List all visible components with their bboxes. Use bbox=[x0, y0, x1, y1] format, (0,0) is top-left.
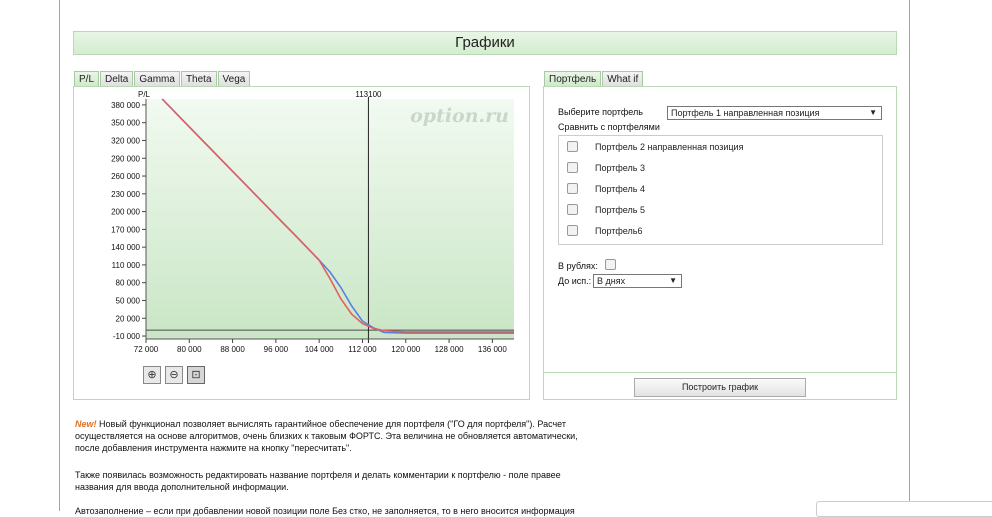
y-tick-label: 230 000 bbox=[111, 190, 140, 199]
expiry-label: До исп.: bbox=[558, 276, 592, 286]
y-tick-label: 350 000 bbox=[111, 119, 140, 128]
tab-pl[interactable]: P/L bbox=[74, 71, 100, 87]
x-tick-label: 128 000 bbox=[435, 345, 464, 354]
y-tick-label: 110 000 bbox=[112, 261, 141, 270]
price-marker-label: 113100 bbox=[355, 90, 382, 99]
info-text: осуществляется на основе алгоритмов, оче… bbox=[75, 431, 578, 441]
zoom-fit-icon[interactable]: ⊡ bbox=[187, 366, 205, 384]
compare-item[interactable]: Портфель6 bbox=[567, 225, 642, 236]
chevron-down-icon: ▼ bbox=[869, 108, 877, 117]
tab-delta[interactable]: Delta bbox=[100, 71, 134, 87]
y-axis-label: P/L bbox=[138, 90, 151, 99]
tab-what-if[interactable]: What if bbox=[602, 71, 644, 87]
x-tick-label: 96 000 bbox=[264, 345, 289, 354]
rubles-checkbox[interactable] bbox=[605, 259, 616, 270]
page-frame-left bbox=[59, 0, 60, 511]
tab-gamma[interactable]: Gamma bbox=[134, 71, 180, 87]
chevron-down-icon: ▼ bbox=[669, 276, 677, 285]
page-title: Графики bbox=[73, 31, 897, 55]
compare-item-label: Портфель 4 bbox=[595, 183, 645, 194]
new-badge: New! bbox=[75, 419, 97, 429]
portfolio-tabs: Портфель What if bbox=[544, 71, 644, 87]
tab-vega[interactable]: Vega bbox=[217, 71, 251, 87]
x-tick-label: 104 000 bbox=[305, 345, 334, 354]
y-tick-label: 320 000 bbox=[111, 136, 140, 145]
compare-item[interactable]: Портфель 4 bbox=[567, 183, 645, 194]
y-tick-label: 260 000 bbox=[111, 172, 140, 181]
plot-area bbox=[146, 99, 514, 339]
tab-theta[interactable]: Theta bbox=[180, 71, 217, 87]
info-text: Автозаполнение – если при добавлении нов… bbox=[75, 506, 575, 516]
chart-tabs: P/L Delta Gamma Theta Vega bbox=[74, 71, 251, 87]
x-tick-label: 80 000 bbox=[177, 345, 202, 354]
compare-checkbox[interactable] bbox=[567, 204, 578, 215]
compare-checkbox[interactable] bbox=[567, 225, 578, 236]
x-tick-label: 88 000 bbox=[220, 345, 245, 354]
x-tick-label: 112 000 bbox=[348, 345, 377, 354]
info-text: Также появилась возможность редактироват… bbox=[75, 470, 561, 480]
y-axis: 380 000 350 000 320 000 290 000 260 000 230 0… bbox=[111, 99, 147, 341]
corner-widget bbox=[816, 501, 992, 517]
zoom-controls: ⊕ ⊖ ⊡ bbox=[143, 366, 205, 384]
build-chart-button[interactable]: Построить график bbox=[634, 378, 806, 397]
compare-checkbox[interactable] bbox=[567, 162, 578, 173]
info-text: названия для ввода дополнительной информ… bbox=[75, 482, 289, 492]
info-text: Новый функционал позволяет вычислять гар… bbox=[99, 419, 566, 429]
portfolio-select[interactable]: Портфель 1 направленная позиция ▼ bbox=[667, 106, 882, 120]
compare-item[interactable]: Портфель 2 направленная позиция bbox=[567, 141, 743, 152]
y-tick-label: 290 000 bbox=[111, 154, 140, 163]
x-tick-label: 136 000 bbox=[478, 345, 507, 354]
zoom-in-icon[interactable]: ⊕ bbox=[143, 366, 161, 384]
expiry-select[interactable]: В днях ▼ bbox=[593, 274, 682, 288]
compare-checkbox[interactable] bbox=[567, 183, 578, 194]
y-tick-label: 170 000 bbox=[111, 225, 140, 234]
y-tick-label: 380 000 bbox=[111, 101, 140, 110]
rubles-label: В рублях: bbox=[558, 261, 598, 271]
info-paragraph-3: Автозаполнение – если при добавлении нов… bbox=[75, 505, 665, 517]
info-text: после добавления инструмента нажмите на … bbox=[75, 443, 352, 453]
compare-list: Портфель 2 направленная позиция Портфель… bbox=[558, 135, 883, 245]
info-paragraph-1: New! Новый функционал позволяет вычислят… bbox=[75, 418, 665, 454]
compare-item-label: Портфель 3 bbox=[595, 162, 645, 173]
y-tick-label: 50 000 bbox=[116, 296, 141, 305]
compare-item-label: Портфель 5 bbox=[595, 204, 645, 215]
tab-portfolio[interactable]: Портфель bbox=[544, 71, 602, 87]
zoom-out-icon[interactable]: ⊖ bbox=[165, 366, 183, 384]
portfolio-select-value: Портфель 1 направленная позиция bbox=[671, 108, 820, 118]
compare-checkbox[interactable] bbox=[567, 141, 578, 152]
info-paragraph-2: Также появилась возможность редактироват… bbox=[75, 469, 665, 493]
compare-item-label: Портфель 2 направленная позиция bbox=[595, 141, 744, 152]
y-tick-label: 200 000 bbox=[111, 208, 140, 217]
compare-label: Сравнить с портфелями bbox=[558, 122, 660, 132]
select-portfolio-label: Выберите портфель bbox=[558, 107, 643, 117]
page-frame-right bbox=[909, 0, 910, 511]
y-tick-label: 140 000 bbox=[111, 243, 140, 252]
y-tick-label: 20 000 bbox=[116, 314, 141, 323]
y-tick-label: -10 000 bbox=[113, 332, 141, 341]
compare-item[interactable]: Портфель 3 bbox=[567, 162, 645, 173]
x-axis: 72 000 80 000 88 000 96 000 104 000 112 000 12… bbox=[134, 338, 514, 354]
panel-divider bbox=[543, 372, 896, 373]
watermark: option.ru bbox=[410, 105, 509, 127]
x-tick-label: 120 000 bbox=[391, 345, 420, 354]
y-tick-label: 80 000 bbox=[116, 279, 141, 288]
pl-chart: option.ru 380 000 350 000 320 000 290 000 26… bbox=[111, 90, 514, 354]
compare-item-label: Портфель6 bbox=[595, 225, 643, 236]
compare-item[interactable]: Портфель 5 bbox=[567, 204, 645, 215]
expiry-select-value: В днях bbox=[597, 276, 626, 286]
x-tick-label: 72 000 bbox=[134, 345, 159, 354]
